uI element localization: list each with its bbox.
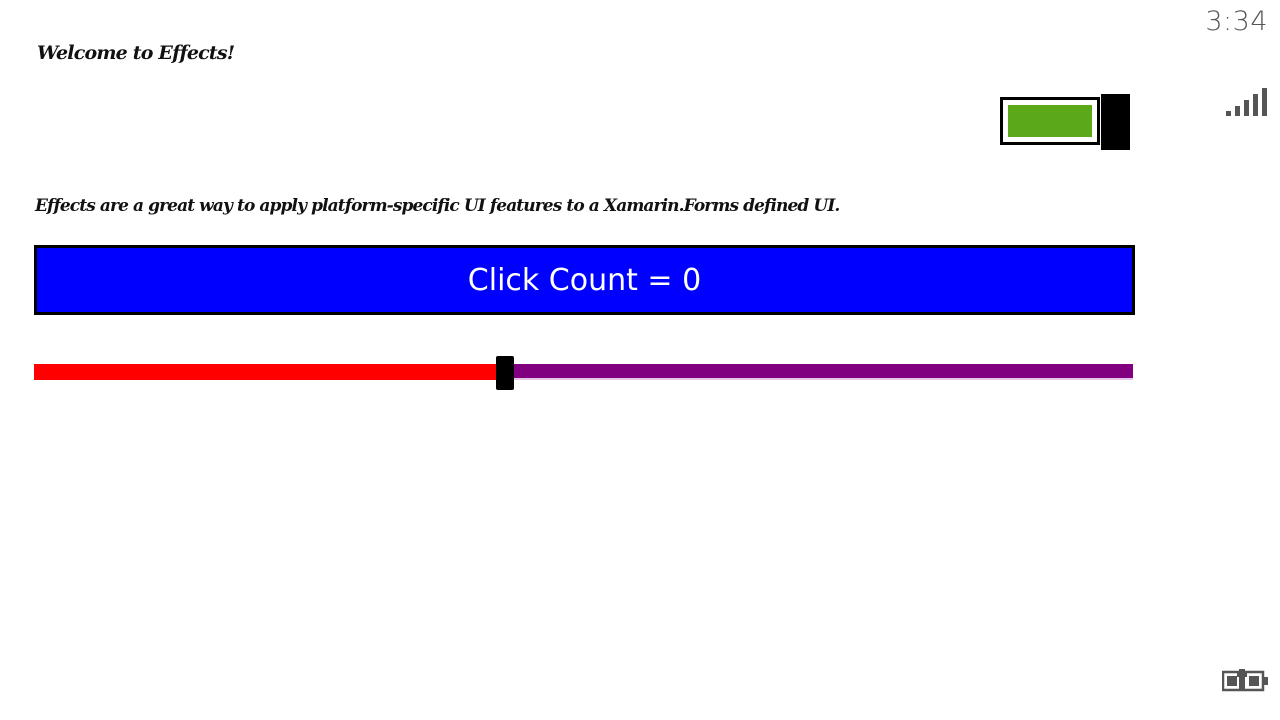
slider-remaining-track — [514, 364, 1133, 380]
description-label: Effects are a great way to apply platfor… — [35, 196, 840, 216]
effects-toggle-switch[interactable] — [1000, 94, 1130, 150]
app-screen: Welcome to Effects! Effects are a great … — [0, 0, 1280, 720]
toggle-on-fill — [1008, 105, 1092, 137]
toggle-track — [1000, 97, 1100, 145]
toggle-thumb[interactable] — [1101, 94, 1130, 150]
clock-time: 3:34 — [1205, 6, 1268, 37]
battery-charging-icon — [1222, 669, 1268, 692]
slider-thumb[interactable] — [496, 356, 514, 390]
signal-bars-icon — [1226, 88, 1267, 116]
welcome-label: Welcome to Effects! — [37, 42, 235, 64]
system-tray: 3:34 — [1200, 0, 1280, 720]
value-slider[interactable] — [34, 354, 1133, 392]
slider-filled-track — [34, 364, 496, 380]
click-count-button[interactable]: Click Count = 0 — [34, 245, 1135, 315]
